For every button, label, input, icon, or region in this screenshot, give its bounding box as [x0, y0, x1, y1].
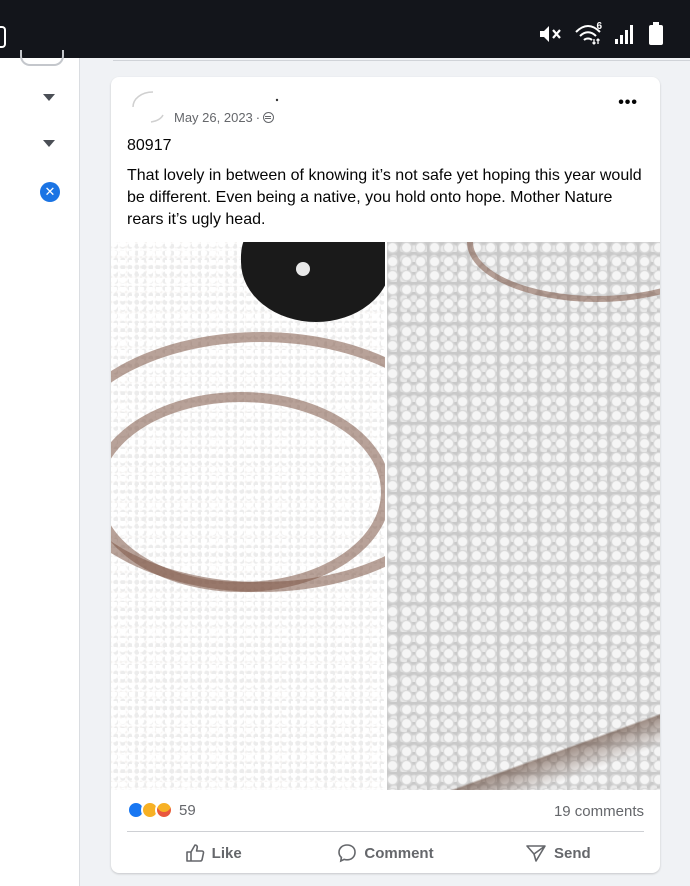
post-actions: Like Comment Send [127, 837, 644, 869]
comment-label: Comment [364, 844, 434, 862]
post-meta: May 26, 2023 · [174, 110, 275, 125]
like-label: Like [211, 844, 242, 862]
send-button[interactable]: Send [472, 837, 644, 869]
send-icon [526, 845, 546, 862]
status-left-indicator [0, 26, 6, 48]
post-text: That lovely in between of knowing it’s n… [127, 167, 642, 228]
caret-down-icon[interactable] [43, 140, 55, 147]
shoe-in-photo [241, 242, 385, 322]
caret-down-icon[interactable] [43, 94, 55, 101]
avatar[interactable] [127, 89, 169, 125]
wifi-generation-label: 6 [596, 21, 602, 32]
thumbs-up-icon [185, 844, 204, 862]
more-options-icon[interactable]: ••• [618, 95, 638, 111]
author-name-redacted [275, 98, 279, 102]
post-zip: 80917 [127, 137, 172, 154]
photo-grid [111, 242, 660, 790]
close-circle-icon[interactable]: ✕ [40, 182, 60, 202]
comment-button[interactable]: Comment [299, 837, 471, 869]
post-date[interactable]: May 26, 2023 [174, 110, 253, 125]
hail-on-wood-photo[interactable] [111, 242, 385, 790]
meta-separator: · [255, 110, 261, 125]
audience-icon [263, 112, 275, 123]
send-label: Send [553, 844, 591, 862]
hail-closeup-photo[interactable] [387, 242, 660, 790]
status-icons: 6 [538, 21, 664, 46]
care-reaction-icon [155, 801, 173, 819]
battery-icon [649, 22, 663, 45]
like-button[interactable]: Like [127, 837, 299, 869]
reaction-summary[interactable]: 59 [127, 801, 196, 819]
reaction-count: 59 [179, 801, 196, 819]
post-card: May 26, 2023 · ••• 80917 That lovely in … [111, 77, 660, 873]
previous-card-edge [80, 58, 690, 67]
comment-icon [338, 844, 357, 863]
left-panel: ✕ [0, 50, 80, 886]
actions-divider [127, 831, 644, 832]
mute-icon [540, 26, 561, 42]
toggle-switch[interactable] [20, 50, 64, 66]
status-bar: 6 [0, 0, 690, 58]
signal-icon [615, 25, 633, 44]
comments-count-link[interactable]: 19 comments [554, 803, 644, 820]
wifi-6-icon: 6 [574, 21, 602, 45]
